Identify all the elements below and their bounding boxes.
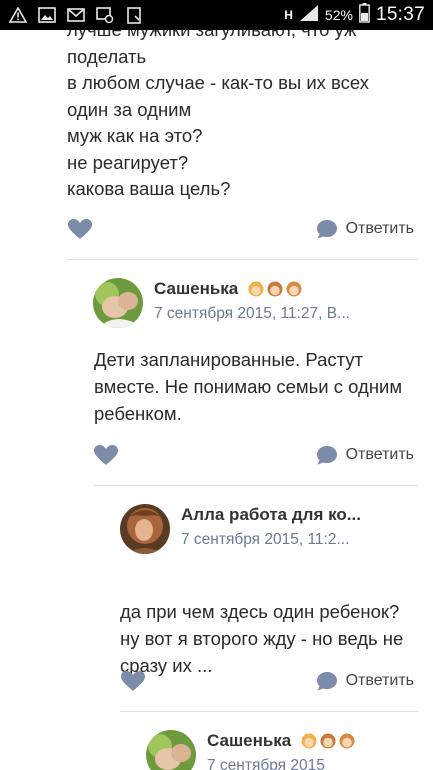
separator xyxy=(93,485,418,486)
reply-label: Ответить xyxy=(345,220,414,237)
clock: 15:37 xyxy=(375,4,425,25)
warning-icon xyxy=(8,6,28,24)
comment-actions: Ответить xyxy=(93,443,414,467)
avatar[interactable] xyxy=(146,730,196,770)
author-name: Алла работа для ко... xyxy=(181,505,361,524)
reply-label: Ответить xyxy=(345,672,414,689)
author-name: Сашенька xyxy=(207,731,292,750)
status-bar: H 52% 15:37 xyxy=(0,0,433,30)
reply-label: Ответить xyxy=(345,446,414,463)
boy-emoji-icon xyxy=(286,281,302,297)
comment-line: да при чем здесь один ребенок? xyxy=(120,601,400,622)
reply-button[interactable]: Ответить xyxy=(316,219,414,239)
like-heart-icon[interactable] xyxy=(120,670,146,692)
boy-emoji-icon xyxy=(339,733,355,749)
comment-actions: Ответить xyxy=(120,669,414,693)
mail-icon xyxy=(66,6,86,24)
comment-line: вместе. Не понимаю семьи с одним xyxy=(94,376,403,397)
comment-date[interactable]: 7 сентября 2015, 11:27, В... xyxy=(154,305,350,323)
comment-actions: Ответить xyxy=(67,217,414,241)
like-heart-icon[interactable] xyxy=(67,218,93,240)
comment-item: Сашенька 7 сентября 2015, 11:27, В... Де… xyxy=(93,278,423,428)
comment-text: да при чем здесь один ребенок? ну вот я … xyxy=(120,598,425,679)
clipboard-icon xyxy=(124,6,144,24)
comment-text: лучше мужики загуливают, что уж поделать… xyxy=(67,30,427,203)
comment-line: муж как на это? xyxy=(67,125,203,146)
network-type-indicator: H xyxy=(284,8,293,22)
separator xyxy=(120,711,418,712)
image-icon xyxy=(37,6,57,24)
comment-line: ну вот я второго жду - но ведь не xyxy=(120,628,404,649)
comment-line: один за одним xyxy=(67,98,192,120)
comment-bubble-icon xyxy=(316,672,337,691)
reply-button[interactable]: Ответить xyxy=(316,445,414,465)
comment-line: поделать xyxy=(67,45,147,67)
comment-line: какова ваша цель? xyxy=(67,178,231,199)
girl-emoji-icon xyxy=(248,281,264,297)
comment-item: Сашенька 7 сентября 2015 xyxy=(146,730,433,770)
comment-author[interactable]: Сашенька xyxy=(154,279,302,299)
battery-percent: 52% xyxy=(324,7,353,23)
comment-author[interactable]: Сашенька xyxy=(207,731,355,751)
comment-author[interactable]: Алла работа для ко... xyxy=(181,505,361,525)
comment-line: в любом случае - как-то вы их всех xyxy=(67,72,370,93)
comment-bubble-icon xyxy=(316,220,337,239)
girl-emoji-icon xyxy=(301,733,317,749)
separator xyxy=(67,259,418,260)
signal-icon xyxy=(299,4,319,26)
comment-item: Алла работа для ко... 7 сентября 2015, 1… xyxy=(120,504,425,676)
comment-line: не реагирует? xyxy=(67,151,189,173)
emoji-badges xyxy=(301,733,355,749)
battery-icon xyxy=(359,3,370,27)
boy-emoji-icon xyxy=(320,733,336,749)
comment-text: Дети запланированные. Растут вместе. Не … xyxy=(94,346,424,427)
comment-line: ребенком. xyxy=(94,403,182,424)
avatar[interactable] xyxy=(93,278,143,328)
comment-date[interactable]: 7 сентября 2015 xyxy=(207,757,325,770)
comment-line: Дети запланированные. Растут xyxy=(94,349,364,370)
avatar[interactable] xyxy=(120,504,170,554)
like-heart-icon[interactable] xyxy=(93,444,119,466)
screenshot-icon xyxy=(95,6,115,24)
comment-bubble-icon xyxy=(316,446,337,465)
comments-feed[interactable]: лучше мужики загуливают, что уж поделать… xyxy=(0,30,433,770)
emoji-badges xyxy=(248,281,302,297)
comment-date[interactable]: 7 сентября 2015, 11:2... xyxy=(181,531,349,549)
reply-button[interactable]: Ответить xyxy=(316,671,414,691)
comment-line: лучше мужики загуливают, что уж xyxy=(67,30,427,44)
author-name: Сашенька xyxy=(154,279,239,298)
boy-emoji-icon xyxy=(267,281,283,297)
